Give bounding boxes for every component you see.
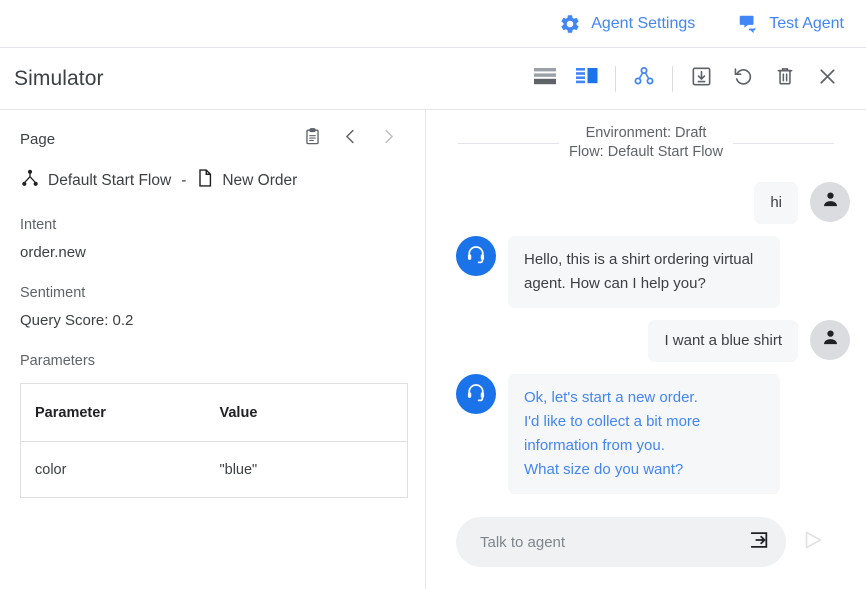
avatar bbox=[456, 236, 496, 276]
test-agent-button[interactable]: Test Agent bbox=[737, 13, 844, 35]
avatar bbox=[810, 320, 850, 360]
avatar bbox=[456, 374, 496, 414]
enter-arrow-icon[interactable] bbox=[748, 529, 770, 556]
composer-row bbox=[442, 517, 850, 589]
close-icon bbox=[816, 65, 839, 93]
intent-value: order.new bbox=[20, 244, 405, 261]
page-file-icon bbox=[196, 168, 214, 193]
message-bubble: Ok, let's start a new order. I'd like to… bbox=[508, 374, 780, 494]
page-label: Page bbox=[20, 131, 55, 148]
close-button[interactable] bbox=[806, 58, 848, 100]
headset-icon bbox=[465, 381, 487, 408]
person-icon bbox=[820, 327, 841, 353]
column-header-value: Value bbox=[206, 384, 408, 442]
gear-icon bbox=[559, 13, 581, 35]
agent-settings-label: Agent Settings bbox=[591, 15, 695, 33]
test-agent-label: Test Agent bbox=[769, 15, 844, 33]
message-bubble: I want a blue shirt bbox=[648, 320, 798, 362]
cell-parameter-value: "blue" bbox=[206, 442, 408, 498]
message-bubble: Hello, this is a shirt ordering virtual … bbox=[508, 236, 780, 308]
chevron-left-icon bbox=[341, 127, 360, 151]
toolbar-divider bbox=[615, 66, 616, 92]
message-bubble: hi bbox=[754, 182, 798, 224]
breadcrumb-separator: - bbox=[179, 172, 188, 190]
next-page-button[interactable] bbox=[371, 122, 405, 156]
table-header-row: Parameter Value bbox=[21, 384, 408, 442]
content-area: Page bbox=[0, 110, 866, 589]
right-panel: Environment: Draft Flow: Default Start F… bbox=[426, 110, 866, 589]
chat-message-agent: Ok, let's start a new order. I'd like to… bbox=[442, 374, 850, 494]
column-header-parameter: Parameter bbox=[21, 384, 206, 442]
download-icon bbox=[690, 65, 713, 93]
page-header-row: Page bbox=[20, 116, 405, 162]
simulator-toolbar bbox=[524, 58, 848, 100]
divider-right bbox=[733, 143, 834, 144]
parameters-label: Parameters bbox=[20, 353, 405, 369]
list-view-button[interactable] bbox=[524, 58, 566, 100]
toolbar-divider-2 bbox=[672, 66, 673, 92]
headset-icon bbox=[465, 243, 487, 270]
clipboard-icon bbox=[303, 127, 322, 151]
sentiment-value: Query Score: 0.2 bbox=[20, 312, 405, 329]
chevron-right-icon bbox=[379, 127, 398, 151]
divider-left bbox=[458, 143, 559, 144]
composer[interactable] bbox=[456, 517, 786, 567]
chat-message-user: I want a blue shirt bbox=[442, 320, 850, 362]
cell-parameter-name: color bbox=[21, 442, 206, 498]
restart-button[interactable] bbox=[722, 58, 764, 100]
page-title: Simulator bbox=[14, 67, 104, 91]
send-button[interactable] bbox=[796, 525, 830, 559]
download-button[interactable] bbox=[680, 58, 722, 100]
table-row: color "blue" bbox=[21, 442, 408, 498]
flow-icon bbox=[20, 168, 40, 193]
split-view-icon bbox=[575, 66, 599, 91]
avatar bbox=[810, 182, 850, 222]
breadcrumb: Default Start Flow - New Order bbox=[20, 168, 405, 193]
top-bar: Agent Settings Test Agent bbox=[0, 0, 866, 48]
simulator-bar: Simulator bbox=[0, 48, 866, 110]
breadcrumb-flow[interactable]: Default Start Flow bbox=[48, 172, 171, 190]
chat-message-user: hi bbox=[442, 182, 850, 224]
previous-page-button[interactable] bbox=[333, 122, 367, 156]
flow-graph-button[interactable] bbox=[623, 58, 665, 100]
environment-header: Environment: Draft Flow: Default Start F… bbox=[442, 124, 850, 162]
talk-to-agent-input[interactable] bbox=[478, 533, 748, 552]
split-view-button[interactable] bbox=[566, 58, 608, 100]
environment-header-text: Environment: Draft Flow: Default Start F… bbox=[559, 124, 733, 162]
breadcrumb-page[interactable]: New Order bbox=[222, 172, 297, 190]
clipboard-button[interactable] bbox=[295, 122, 329, 156]
delete-icon bbox=[774, 65, 796, 92]
intent-label: Intent bbox=[20, 217, 405, 233]
chat-bubbles-icon bbox=[737, 13, 759, 35]
delete-button[interactable] bbox=[764, 58, 806, 100]
agent-settings-button[interactable]: Agent Settings bbox=[559, 13, 695, 35]
left-panel: Page bbox=[0, 110, 426, 589]
sentiment-label: Sentiment bbox=[20, 285, 405, 301]
parameters-table: Parameter Value color "blue" bbox=[20, 383, 408, 498]
list-view-icon bbox=[533, 66, 557, 91]
restart-icon bbox=[732, 65, 755, 93]
chat-message-agent: Hello, this is a shirt ordering virtual … bbox=[442, 236, 850, 308]
person-icon bbox=[820, 189, 841, 215]
flow-graph-icon bbox=[631, 64, 657, 93]
page-nav-icons bbox=[295, 122, 405, 156]
send-icon bbox=[801, 528, 825, 557]
chat-transcript: hi bbox=[442, 162, 850, 517]
